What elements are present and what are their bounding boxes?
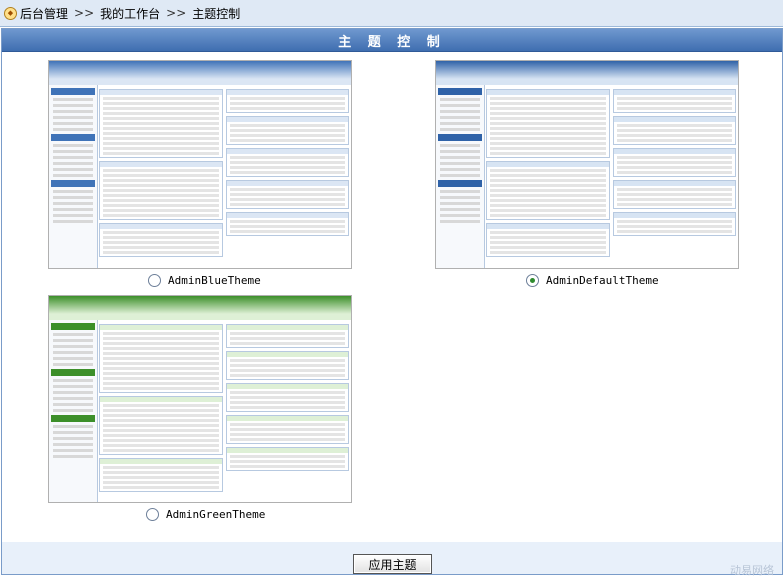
theme-preview-green[interactable] xyxy=(48,295,352,503)
panel-title: 主 题 控 制 xyxy=(2,29,782,52)
preview-content xyxy=(99,324,349,500)
watermark: 动易网络 xyxy=(730,564,774,577)
radio-button[interactable] xyxy=(148,274,161,287)
preview-sidebar xyxy=(436,85,485,268)
breadcrumb-separator: >> xyxy=(166,6,187,20)
panel-footer: 应用主题 动易网络 xyxy=(2,542,782,577)
theme-grid: AdminBlueTheme AdminDefaultTheme AdminGr… xyxy=(2,52,782,542)
theme-name: AdminGreenTheme xyxy=(166,508,266,521)
preview-header xyxy=(49,296,351,314)
theme-option-default[interactable]: AdminDefaultTheme xyxy=(526,274,659,287)
radio-button[interactable] xyxy=(526,274,539,287)
breadcrumb-separator: >> xyxy=(74,6,95,20)
theme-name: AdminBlueTheme xyxy=(168,274,261,287)
radio-button[interactable] xyxy=(146,508,159,521)
preview-header xyxy=(436,61,738,79)
breadcrumb-item[interactable]: 后台管理 xyxy=(20,5,68,22)
breadcrumb-item: 主题控制 xyxy=(192,6,241,21)
theme-panel: 主 题 控 制 AdminBlueTheme AdminDefaultTheme… xyxy=(1,28,783,577)
preview-sidebar xyxy=(49,85,98,268)
preview-header xyxy=(49,61,351,79)
home-icon[interactable]: ◆ xyxy=(4,6,17,20)
preview-content xyxy=(486,89,736,266)
apply-theme-button[interactable]: 应用主题 xyxy=(353,554,432,574)
theme-preview-default[interactable] xyxy=(435,60,739,269)
preview-sidebar xyxy=(49,320,98,502)
breadcrumb-item[interactable]: 我的工作台 xyxy=(100,5,160,22)
theme-name: AdminDefaultTheme xyxy=(546,274,659,287)
preview-content xyxy=(99,89,349,266)
theme-option-blue[interactable]: AdminBlueTheme xyxy=(148,274,261,287)
breadcrumb: ◆ 后台管理 >> 我的工作台 >> 主题控制 xyxy=(0,0,783,27)
theme-preview-blue[interactable] xyxy=(48,60,352,269)
theme-option-green[interactable]: AdminGreenTheme xyxy=(146,508,265,521)
